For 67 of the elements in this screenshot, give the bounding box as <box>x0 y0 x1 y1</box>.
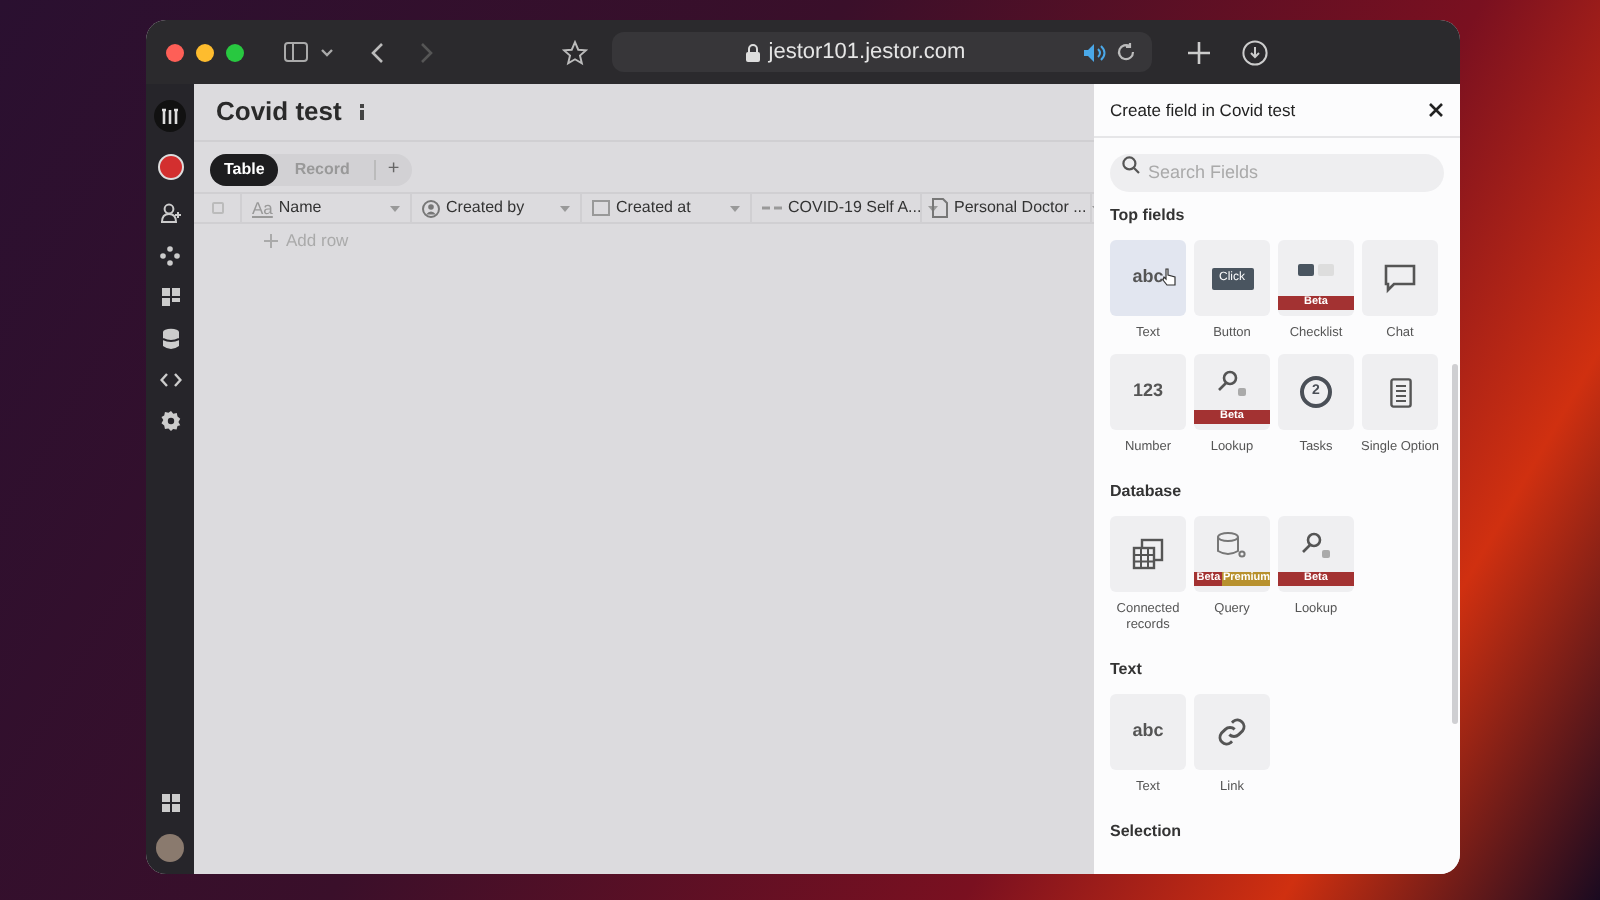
add-view-button[interactable]: + <box>373 160 400 180</box>
section-heading: Top fields <box>1110 204 1187 228</box>
nodes-icon[interactable] <box>160 246 180 266</box>
chevron-down-icon[interactable] <box>320 47 334 57</box>
magnifier-icon <box>1300 532 1332 560</box>
apps-icon[interactable] <box>161 794 179 812</box>
document-icon <box>932 198 948 218</box>
field-type-tile[interactable]: 123 <box>1110 354 1186 430</box>
table-stack-icon <box>1132 538 1164 570</box>
field-type-tile[interactable]: abc <box>1110 694 1186 770</box>
logo-icon[interactable] <box>154 100 186 132</box>
avatar-icon[interactable] <box>157 154 183 180</box>
calendar-icon <box>592 200 610 216</box>
field-type-tile[interactable] <box>1194 694 1270 770</box>
database-search-icon <box>1216 532 1248 560</box>
settings-icon[interactable] <box>159 410 181 432</box>
info-icon[interactable] <box>357 104 366 120</box>
plus-icon[interactable] <box>1188 41 1210 63</box>
toggle-chips-icon <box>1298 264 1334 276</box>
link-icon <box>762 204 782 212</box>
minimize-window-button[interactable] <box>196 43 214 61</box>
maximize-window-button[interactable] <box>226 43 244 61</box>
lock-icon <box>746 43 761 61</box>
speech-bubble-icon <box>1384 263 1416 293</box>
close-icon[interactable] <box>1428 102 1444 118</box>
grid-icon[interactable] <box>161 288 179 306</box>
caret-icon[interactable] <box>927 205 938 211</box>
url-text: jestor101.jestor.com <box>768 37 966 68</box>
back-icon[interactable] <box>370 41 384 63</box>
close-window-button[interactable] <box>166 43 184 61</box>
panel-title: Create field in Covid test <box>1110 97 1296 123</box>
section-heading: Selection <box>1110 820 1184 844</box>
field-type-tile[interactable] <box>1110 516 1186 592</box>
search-field[interactable]: Search Fields <box>1110 153 1444 191</box>
user-add-icon[interactable] <box>159 202 181 224</box>
list-icon <box>1389 377 1411 407</box>
field-type-tile[interactable]: abc <box>1110 240 1186 316</box>
type-glyph: Aa <box>252 195 273 221</box>
download-icon[interactable] <box>1242 39 1268 65</box>
view-tab[interactable]: Table <box>210 154 279 186</box>
column-header[interactable]: COVID-19 Self A... <box>788 196 922 220</box>
column-header[interactable]: Created by <box>446 196 554 220</box>
type-glyph: 123 <box>1132 378 1164 405</box>
column-header[interactable]: Name <box>278 196 384 220</box>
magnifier-icon <box>1216 370 1248 398</box>
address-bar[interactable]: jestor101.jestor.com <box>612 32 1152 72</box>
user-icon <box>422 199 440 217</box>
section-heading: Text <box>1110 658 1144 682</box>
type-glyph: abc <box>1132 718 1164 745</box>
chain-link-icon <box>1216 716 1248 748</box>
search-icon <box>1122 156 1140 174</box>
field-type-tile[interactable] <box>1362 354 1438 430</box>
select-all-checkbox[interactable] <box>211 202 223 214</box>
sidebar-icon[interactable] <box>284 42 308 62</box>
reload-icon[interactable] <box>1116 42 1136 62</box>
code-icon[interactable] <box>159 372 181 388</box>
column-header[interactable]: Personal Doctor ... <box>954 196 1087 220</box>
type-glyph: abc <box>1132 264 1164 291</box>
database-icon[interactable] <box>161 328 179 350</box>
star-icon[interactable] <box>562 39 588 65</box>
speaker-icon[interactable] <box>1084 43 1106 61</box>
field-type-tile[interactable] <box>1362 240 1438 316</box>
section-heading: Database <box>1110 480 1184 504</box>
profile-picture[interactable] <box>156 834 184 862</box>
hand-cursor-icon <box>1162 268 1176 286</box>
page-title: Covid test <box>216 94 342 131</box>
column-header[interactable]: Created at <box>616 196 724 220</box>
